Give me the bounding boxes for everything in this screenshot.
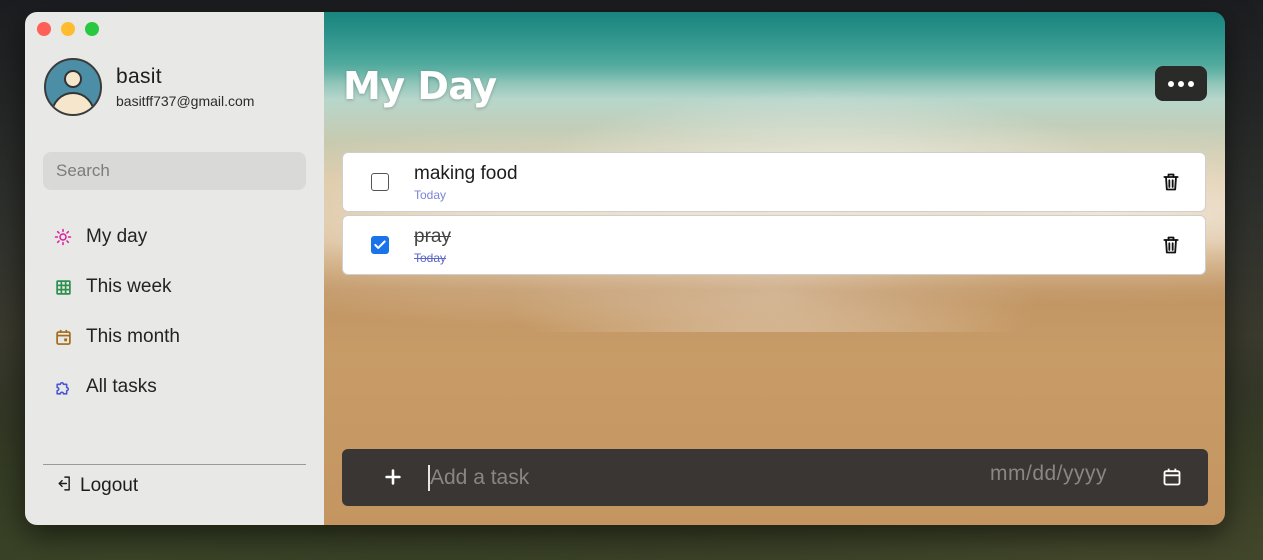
search-input[interactable] bbox=[43, 152, 306, 190]
task-list: making food Today pray Today bbox=[342, 152, 1206, 278]
more-options-button[interactable] bbox=[1155, 66, 1207, 101]
sidebar-item-this-week[interactable]: This week bbox=[53, 262, 180, 312]
sidebar-item-my-day[interactable]: My day bbox=[53, 212, 180, 262]
logout-button[interactable]: Logout bbox=[55, 475, 138, 497]
close-window-button[interactable] bbox=[37, 22, 51, 36]
trash-icon[interactable] bbox=[1161, 171, 1181, 193]
task-item: pray Today bbox=[342, 215, 1206, 275]
more-dots-icon bbox=[1168, 80, 1174, 87]
task-checkbox[interactable] bbox=[371, 236, 389, 254]
logout-label: Logout bbox=[80, 475, 139, 496]
task-date: Today bbox=[414, 188, 447, 202]
zoom-window-button[interactable] bbox=[85, 22, 99, 36]
minimize-window-button[interactable] bbox=[61, 22, 75, 36]
profile-name: basit bbox=[116, 65, 162, 88]
task-title: making food bbox=[414, 163, 518, 184]
avatar bbox=[44, 58, 102, 116]
app-window: basit basitff737@gmail.com My day bbox=[25, 12, 1225, 525]
task-item: making food Today bbox=[342, 152, 1206, 212]
sidebar-item-this-month[interactable]: This month bbox=[53, 312, 180, 362]
sidebar-item-label: This week bbox=[86, 276, 172, 297]
add-task-bar: mm/dd/yyyy bbox=[342, 449, 1208, 506]
logout-icon bbox=[55, 475, 72, 497]
sidebar-item-label: My day bbox=[86, 226, 148, 247]
sidebar-nav: My day This week This month All tasks bbox=[53, 212, 180, 412]
sidebar-item-all-tasks[interactable]: All tasks bbox=[53, 362, 180, 412]
task-title: pray bbox=[414, 226, 451, 247]
trash-icon[interactable] bbox=[1161, 234, 1181, 256]
sidebar-item-label: All tasks bbox=[86, 376, 157, 397]
add-task-input[interactable] bbox=[428, 459, 948, 497]
sidebar-item-label: This month bbox=[86, 326, 180, 347]
sidebar: basit basitff737@gmail.com My day bbox=[25, 12, 324, 525]
calendar-icon bbox=[53, 327, 73, 347]
user-profile: basit basitff737@gmail.com bbox=[44, 58, 254, 116]
calendar-picker-icon[interactable] bbox=[1162, 467, 1182, 487]
sun-icon bbox=[53, 227, 73, 247]
task-checkbox[interactable] bbox=[371, 173, 389, 191]
task-date: Today bbox=[414, 251, 447, 265]
sidebar-divider bbox=[43, 464, 306, 465]
grid-icon bbox=[53, 277, 73, 297]
page-title: My Day bbox=[343, 64, 497, 108]
due-date-input[interactable]: mm/dd/yyyy bbox=[990, 462, 1107, 486]
checkmark-icon bbox=[374, 240, 386, 249]
profile-email: basitff737@gmail.com bbox=[116, 93, 255, 109]
puzzle-icon bbox=[53, 377, 73, 397]
window-controls bbox=[37, 22, 99, 36]
plus-icon[interactable] bbox=[382, 462, 404, 492]
main-panel: My Day making food Today pray Today Add … bbox=[324, 12, 1225, 525]
